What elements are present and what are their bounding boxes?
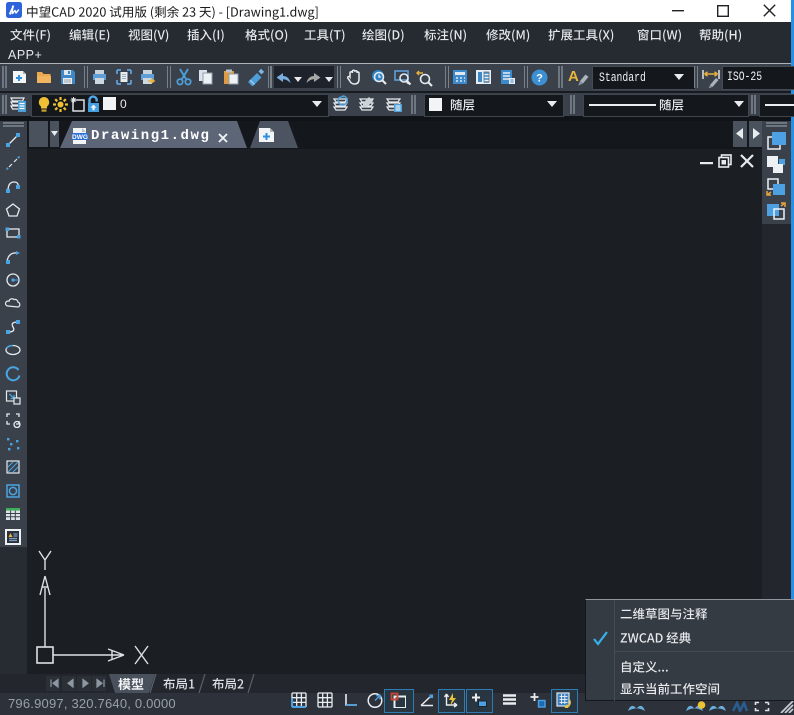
svg-text:A: A (568, 68, 579, 85)
svg-text:?: ? (536, 73, 543, 85)
svg-text:DWG: DWG (72, 134, 88, 141)
